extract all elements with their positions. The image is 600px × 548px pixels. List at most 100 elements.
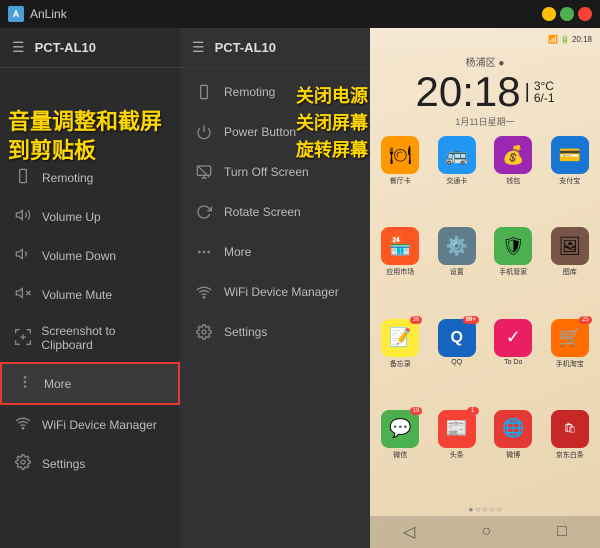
app-item-memo[interactable]: 📝 36 备忘录 [374,319,427,406]
sidebar-item-settings[interactable]: Settings [0,444,180,483]
battery-icon: 🔋 [560,35,570,44]
app-label-news: 头条 [450,450,464,460]
app-item-phone-manager[interactable]: 🛡 手机管家 [487,227,540,314]
app-label-transit: 交通卡 [446,176,467,186]
app-icon-wechat: 💬 19 [381,410,419,448]
wifi-icon [14,415,32,434]
app-item-appstore[interactable]: 🏪 应用市场 [374,227,427,314]
remoting-label: Remoting [42,171,93,185]
app-item-wallet[interactable]: 💰 钱包 [487,136,540,223]
middle-wifi-label: WiFi Device Manager [224,285,339,299]
left-sidebar-header: ☰ PCT-AL10 [0,28,180,68]
sidebar-item-more[interactable]: More [0,362,180,405]
volume-mute-icon [14,285,32,304]
middle-item-more[interactable]: More [180,232,370,272]
time-display: 20:18 [416,71,521,113]
app-item-qq[interactable]: Q 99+ QQ [431,319,484,406]
wechat-badge: 19 [410,407,423,415]
page-indicator: ● ○ ○ ○ ○ [370,503,600,516]
window-controls [542,7,592,21]
more-label: More [44,377,71,391]
app-label-appstore: 应用市场 [386,267,414,277]
app-label-wechat: 微信 [393,450,407,460]
minimize-button[interactable] [542,7,556,21]
middle-panel-header: ☰ PCT-AL10 [180,28,370,68]
app-logo: A [8,6,24,22]
app-item-jd[interactable]: 🛍 京东白条 [544,410,597,497]
wifi-manager-label: WiFi Device Manager [42,418,157,432]
app-icon-weibo: 🌐 [494,410,532,448]
middle-hamburger-icon[interactable]: ☰ [192,39,205,56]
middle-remoting-label: Remoting [224,85,275,99]
middle-item-settings[interactable]: Settings [180,312,370,352]
maximize-button[interactable] [560,7,574,21]
settings-label: Settings [42,457,85,471]
left-sidebar-title: PCT-AL10 [35,40,96,55]
app-icon-qq: Q 99+ [438,319,476,357]
app-item-wechat[interactable]: 💬 19 微信 [374,410,427,497]
back-button[interactable]: ◁ [403,522,415,542]
hamburger-icon[interactable]: ☰ [12,39,25,56]
volume-mute-label: Volume Mute [42,288,112,302]
clock-area: 杨浦区 ● 20:18 | 3°C 6/-1 1月11日星期一 [370,50,600,130]
status-time: 20:18 [572,35,592,44]
phone-icon [14,168,32,187]
app-title: AnLink [30,7,67,21]
title-bar: A AnLink [0,0,600,28]
sidebar-item-screenshot[interactable]: Screenshot to Clipboard [0,314,180,362]
left-annotation-text: 音量调整和截屏到剪贴板 [8,108,180,165]
app-item-settings-app[interactable]: ⚙️ 设置 [431,227,484,314]
app-item-transit[interactable]: 🚌 交通卡 [431,136,484,223]
app-label-weibo: 微博 [506,450,520,460]
phone-panel: 📶 🔋 20:18 杨浦区 ● 20:18 | 3°C 6/-1 1月11日星期… [370,28,600,548]
sidebar-item-volume-down[interactable]: Volume Down [0,236,180,275]
sidebar-item-wifi-manager[interactable]: WiFi Device Manager [0,405,180,444]
recents-button[interactable]: □ [557,523,567,541]
middle-item-wifi-manager[interactable]: WiFi Device Manager [180,272,370,312]
app-icon-jd: 🛍 [551,410,589,448]
temp-range: 6/-1 [534,92,555,104]
rotate-icon [194,202,214,222]
more-label-middle: More [224,245,251,259]
home-button[interactable]: ○ [481,523,491,541]
bottom-nav: ◁ ○ □ [370,516,600,548]
app-icon-canteen: 🍽 [381,136,419,174]
app-item-taobao[interactable]: 🛒 25 手机淘宝 [544,319,597,406]
signal-icon: 📶 [548,35,558,44]
clock-time: 20:18 | 3°C 6/-1 [370,71,600,113]
app-item-alipay[interactable]: 💳 支付宝 [544,136,597,223]
app-item-weibo[interactable]: 🌐 微博 [487,410,540,497]
volume-down-label: Volume Down [42,249,116,263]
close-button[interactable] [578,7,592,21]
main-container: ☰ PCT-AL10 音量调整和截屏到剪贴板 Remoting Volume U… [0,28,600,548]
screenshot-icon [14,329,31,348]
app-item-news[interactable]: 📰 1 头条 [431,410,484,497]
app-item-canteen[interactable]: 🍽 餐厅卡 [374,136,427,223]
app-label-alipay: 支付宝 [559,176,580,186]
sidebar-item-volume-up[interactable]: Volume Up [0,197,180,236]
power-button-label: Power Button [224,125,296,139]
app-label-phone-manager: 手机管家 [499,267,527,277]
power-icon [194,122,214,142]
app-icon-transit: 🚌 [438,136,476,174]
settings-icon [14,454,32,473]
middle-item-rotate-screen[interactable]: Rotate Screen [180,192,370,232]
app-label-todo: To Do [504,359,522,366]
taobao-badge: 25 [579,316,592,324]
app-icon-settings-app: ⚙️ [438,227,476,265]
middle-settings-label: Settings [224,325,267,339]
volume-up-label: Volume Up [42,210,101,224]
status-icons: 📶 🔋 20:18 [548,35,592,44]
annotation-rotate: 旋转屏幕 [296,140,368,160]
screenshot-label: Screenshot to Clipboard [41,324,166,352]
app-item-gallery[interactable]: 🖼 图库 [544,227,597,314]
sidebar-item-volume-mute[interactable]: Volume Mute [0,275,180,314]
right-annotation-text: 关闭电源 关闭屏幕 旋转屏幕 [296,83,368,164]
app-item-todo[interactable]: ✓ To Do [487,319,540,406]
screen-off-icon [194,162,214,182]
clock-location: 杨浦区 ● [370,54,600,69]
app-icon-alipay: 💳 [551,136,589,174]
app-icon-todo: ✓ [494,319,532,357]
app-icon-memo: 📝 36 [381,319,419,357]
turn-off-screen-label: Turn Off Screen [224,165,309,179]
